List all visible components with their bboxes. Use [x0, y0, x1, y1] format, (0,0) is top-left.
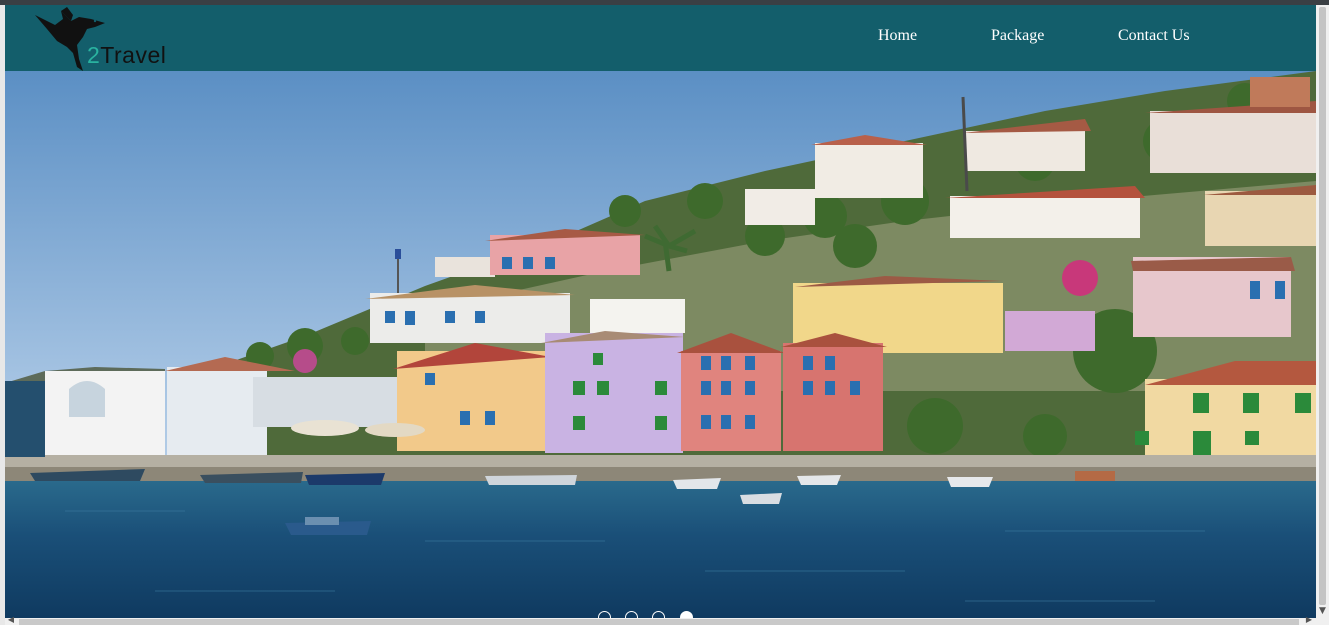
nav-contact-link[interactable]: Contact Us: [1118, 27, 1190, 45]
brand-word: Travel: [100, 42, 167, 68]
horizontal-scroll-thumb[interactable]: [19, 619, 1299, 625]
chevron-left-icon[interactable]: ◀: [5, 615, 17, 625]
chevron-right-icon[interactable]: ▶: [1303, 615, 1315, 625]
brand-name: 2Travel: [87, 42, 166, 69]
site-logo[interactable]: 2Travel: [33, 7, 203, 73]
brand-prefix: 2: [87, 42, 101, 68]
chevron-down-icon[interactable]: ▼: [1316, 605, 1329, 618]
nav-home-link[interactable]: Home: [878, 27, 917, 45]
nav-menu: Home Package Contact Us: [856, 27, 1316, 51]
hero-carousel: [5, 71, 1316, 618]
navbar: 2Travel Home Package Contact Us: [5, 5, 1316, 71]
hero-image: [5, 71, 1316, 618]
vertical-scrollbar[interactable]: ▼: [1316, 5, 1329, 618]
nav-package-link[interactable]: Package: [991, 27, 1044, 45]
horizontal-scrollbar[interactable]: ◀ ▶: [5, 615, 1329, 625]
vertical-scroll-thumb[interactable]: [1319, 7, 1326, 605]
